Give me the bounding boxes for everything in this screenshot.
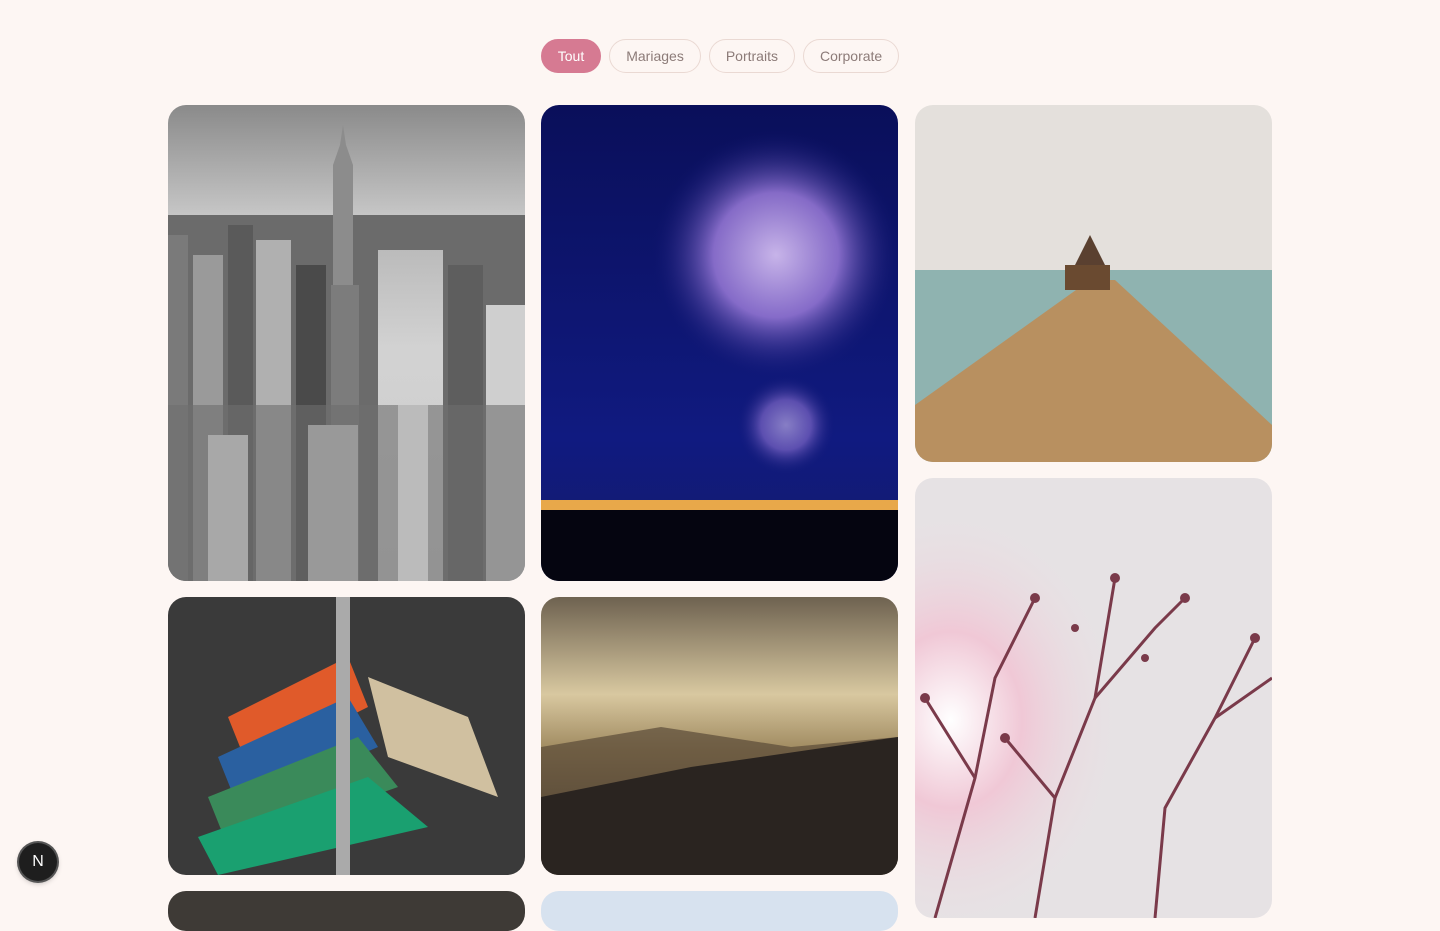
photo-pier[interactable] [915, 105, 1272, 462]
photo-sky-partial[interactable] [541, 891, 898, 931]
photo-mountains[interactable] [541, 597, 898, 875]
devtools-badge-letter: N [32, 853, 44, 870]
filter-mariages[interactable]: Mariages [609, 39, 701, 73]
photo-city-skyline[interactable] [168, 105, 525, 581]
pier-image [915, 105, 1272, 462]
photo-tree[interactable] [915, 478, 1272, 918]
clothes-rack-image [168, 597, 525, 875]
tree-image [915, 478, 1272, 918]
devtools-badge[interactable]: N [19, 843, 57, 881]
filter-corporate[interactable]: Corporate [802, 39, 900, 73]
photo-fireworks[interactable] [541, 105, 898, 581]
city-skyline-image [168, 105, 525, 581]
filter-bar: Tout Mariages Portraits Corporate [0, 39, 1440, 73]
mountains-image [541, 597, 898, 875]
photo-portrait-partial[interactable] [168, 891, 525, 931]
filter-portraits[interactable]: Portraits [708, 39, 795, 73]
filter-tout[interactable]: Tout [540, 39, 602, 73]
fireworks-image [541, 105, 898, 581]
photo-clothes-rack[interactable] [168, 597, 525, 875]
